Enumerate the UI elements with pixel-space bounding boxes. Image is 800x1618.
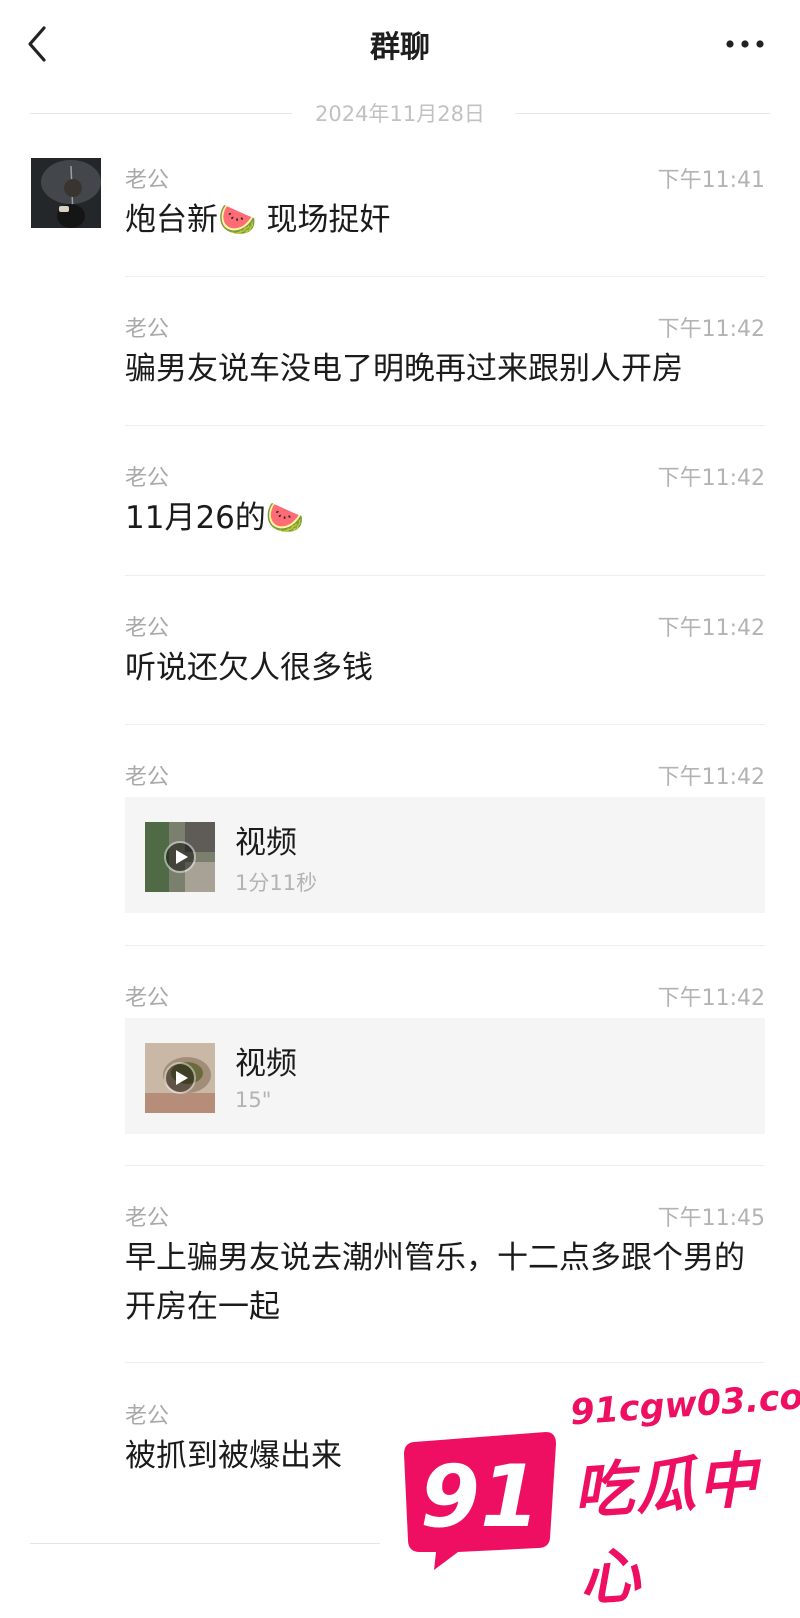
message-divider (125, 425, 765, 426)
sender-name: 老公 (125, 1404, 170, 1429)
message-text: 听说还欠人很多钱 (125, 650, 373, 686)
video-duration: 15" (235, 1088, 272, 1112)
message-divider (125, 724, 765, 725)
message-divider (125, 1362, 765, 1363)
video-label: 视频 (235, 1046, 297, 1082)
date-separator: 2024年11月28日 (30, 98, 770, 128)
message-time: 下午11:42 (657, 317, 765, 342)
sender-name: 老公 (125, 466, 170, 491)
sender-name: 老公 (125, 168, 170, 193)
message-divider (125, 276, 765, 277)
message-item: 老公 下午11:42 视频 1分11秒 (125, 759, 765, 919)
watermark-logo: 91 (400, 1430, 560, 1570)
message-item: 老公 下午11:42 11月26的🍉 (125, 460, 765, 560)
message-text: 11月26的🍉 (125, 500, 305, 536)
message-item: 老公 下午11:42 听说还欠人很多钱 (125, 610, 765, 710)
message-text: 骗男友说车没电了明晚再过来跟别人开房 (125, 351, 683, 387)
message-item: 老公 下午11:41 炮台新🍉 现场捉奸 (125, 162, 765, 262)
date-separator-line-right (515, 113, 770, 114)
more-button[interactable] (720, 24, 770, 64)
watermark-url: 91cgw03.com (568, 1374, 800, 1434)
message-text: 早上骗男友说去潮州管乐，十二点多跟个男的开房在一起 (125, 1240, 745, 1325)
video-label: 视频 (235, 825, 297, 861)
message-time: 下午11:45 (657, 1206, 765, 1231)
avatar[interactable] (31, 158, 101, 228)
video-duration: 1分11秒 (235, 871, 318, 895)
avatar-image (31, 158, 101, 228)
message-time: 下午11:42 (657, 765, 765, 790)
sender-name: 老公 (125, 765, 170, 790)
list-end-divider (30, 1543, 380, 1544)
message-divider (125, 575, 765, 576)
message-time: 下午11:42 (657, 986, 765, 1011)
video-thumbnail (145, 822, 215, 892)
page-title: 群聊 (370, 30, 430, 65)
watermark-name: 吃瓜中心 (571, 1445, 762, 1615)
sender-name: 老公 (125, 1206, 170, 1231)
message-time: 下午11:42 (657, 466, 765, 491)
message-item: 老公 下午11:45 早上骗男友说去潮州管乐，十二点多跟个男的开房在一起 (125, 1200, 765, 1350)
message-item: 老公 下午11:42 骗男友说车没电了明晚再过来跟别人开房 (125, 311, 765, 411)
message-divider (125, 1165, 765, 1166)
sender-name: 老公 (125, 986, 170, 1011)
top-bar: 群聊 (0, 0, 800, 90)
sender-name: 老公 (125, 317, 170, 342)
watermark-badge-text: 91 (420, 1447, 540, 1547)
more-horizontal-icon (726, 40, 764, 48)
message-item: 老公 下午11:42 视频 15" (125, 980, 765, 1140)
message-time: 下午11:42 (657, 616, 765, 641)
sender-name: 老公 (125, 616, 170, 641)
message-time: 下午11:41 (657, 168, 765, 193)
video-card[interactable]: 视频 15" (125, 1018, 765, 1134)
message-divider (125, 945, 765, 946)
video-thumbnail (145, 1043, 215, 1113)
video-card[interactable]: 视频 1分11秒 (125, 797, 765, 913)
message-text: 炮台新🍉 现场捉奸 (125, 202, 391, 238)
